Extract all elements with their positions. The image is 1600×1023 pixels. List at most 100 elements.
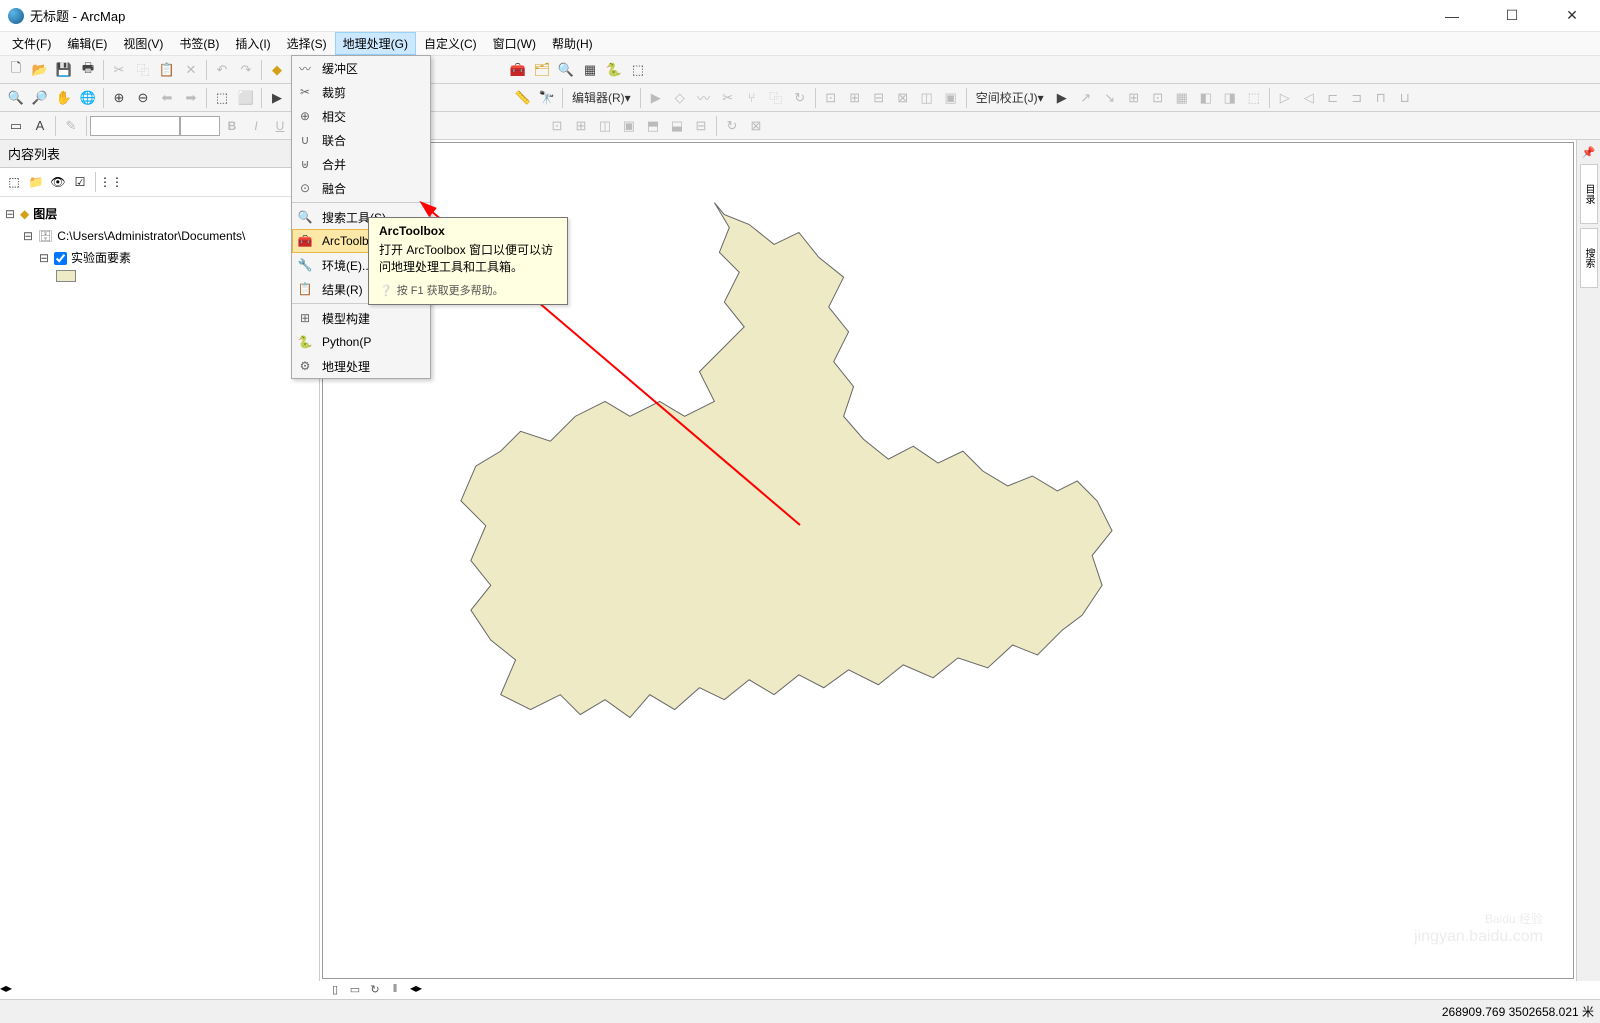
edit-vertices-icon[interactable]: ◇ <box>669 87 691 109</box>
edit3-icon[interactable]: ⊟ <box>868 87 890 109</box>
edit6-icon[interactable]: ▣ <box>940 87 962 109</box>
menu-item-pythonp[interactable]: 🐍Python(P <box>292 330 430 354</box>
menu-插入[interactable]: 插入(I) <box>227 32 278 55</box>
pointer-icon[interactable]: ▶ <box>266 87 288 109</box>
collapse-icon[interactable]: ⊟ <box>22 226 34 246</box>
python-icon[interactable]: 🐍 <box>603 59 625 81</box>
menu-书签[interactable]: 书签(B) <box>171 32 227 55</box>
scroll-right-icon[interactable]: ▸ <box>6 981 12 999</box>
edit2-icon[interactable]: ⊞ <box>844 87 866 109</box>
toc-list-by-source-icon[interactable]: 📁 <box>26 172 46 192</box>
menu-item-缓冲区[interactable]: 〰缓冲区 <box>292 56 430 80</box>
menu-文件[interactable]: 文件(F) <box>4 32 59 55</box>
clear-select-icon[interactable]: ⬜ <box>235 87 257 109</box>
maximize-button[interactable]: ☐ <box>1492 4 1532 28</box>
search-icon[interactable]: 🔍 <box>555 59 577 81</box>
undo-icon[interactable]: ↶ <box>211 59 233 81</box>
tree-symbol[interactable] <box>4 269 315 283</box>
menu-item-相交[interactable]: ⊕相交 <box>292 104 430 128</box>
open-icon[interactable]: 📂 <box>29 59 51 81</box>
d5-icon[interactable]: ⬒ <box>642 115 664 137</box>
d8-icon[interactable]: ↻ <box>721 115 743 137</box>
menu-地理处理[interactable]: 地理处理(G) <box>335 32 416 55</box>
pan-icon[interactable]: ✋ <box>53 87 75 109</box>
edit-tool-icon[interactable]: ▶ <box>645 87 667 109</box>
split-icon[interactable]: ⑂ <box>741 87 763 109</box>
copy-icon[interactable]: ⿻ <box>132 59 154 81</box>
bold-icon[interactable]: B <box>221 115 243 137</box>
dock-tab-search[interactable]: 搜索 <box>1580 228 1598 288</box>
full-extent-icon[interactable]: 🌐 <box>77 87 99 109</box>
underline-icon[interactable]: U <box>269 115 291 137</box>
dock-tab-catalog[interactable]: 目录 <box>1580 164 1598 224</box>
tree-layer[interactable]: ⊟ 实验面要素 <box>4 247 315 269</box>
prev-extent-icon[interactable]: ⬅ <box>156 87 178 109</box>
toc-hscroll[interactable]: ◂ ▸ <box>0 981 320 999</box>
data-view-icon[interactable]: ▯ <box>326 981 344 997</box>
find-icon[interactable]: 🔭 <box>536 87 558 109</box>
toc-list-by-draw-icon[interactable]: ⬚ <box>4 172 24 192</box>
menu-窗口[interactable]: 窗口(W) <box>485 32 544 55</box>
measure-icon[interactable]: 📏 <box>512 87 534 109</box>
adj10-icon[interactable]: ◁ <box>1298 87 1320 109</box>
menu-item-裁剪[interactable]: ✂裁剪 <box>292 80 430 104</box>
tree-gdb[interactable]: ⊟ 🗄 C:\Users\Administrator\Documents\ <box>4 225 315 247</box>
menu-item-模型构建[interactable]: ⊞模型构建 <box>292 306 430 330</box>
layer-visibility-checkbox[interactable] <box>54 252 67 265</box>
d4-icon[interactable]: ▣ <box>618 115 640 137</box>
scroll-right-icon[interactable]: ▸ <box>416 981 422 999</box>
adjust-pointer-icon[interactable]: ▶ <box>1051 87 1073 109</box>
select-icon[interactable]: ⬚ <box>211 87 233 109</box>
menu-视图[interactable]: 视图(V) <box>115 32 171 55</box>
rotate-icon[interactable]: ↻ <box>789 87 811 109</box>
zoom-out-icon[interactable]: 🔎 <box>29 87 51 109</box>
tree-root[interactable]: ⊟ ◆ 图层 <box>4 203 315 225</box>
fixed-zoomout-icon[interactable]: ⊖ <box>132 87 154 109</box>
catalog-icon[interactable]: 🗂 <box>531 59 553 81</box>
add-data-icon[interactable]: ◆ <box>266 59 288 81</box>
redo-icon[interactable]: ↷ <box>235 59 257 81</box>
toc-list-by-select-icon[interactable]: ☑ <box>70 172 90 192</box>
zoom-in-icon[interactable]: 🔍 <box>5 87 27 109</box>
save-icon[interactable]: 💾 <box>53 59 75 81</box>
adj9-icon[interactable]: ▷ <box>1274 87 1296 109</box>
adj8-icon[interactable]: ⬚ <box>1243 87 1265 109</box>
menu-item-联合[interactable]: ∪联合 <box>292 128 430 152</box>
draw-text-icon[interactable]: A <box>29 115 51 137</box>
toc-list-by-visible-icon[interactable]: 👁 <box>48 172 68 192</box>
adj14-icon[interactable]: ⊔ <box>1394 87 1416 109</box>
menu-自定义[interactable]: 自定义(C) <box>416 32 485 55</box>
edit5-icon[interactable]: ◫ <box>916 87 938 109</box>
adj7-icon[interactable]: ◨ <box>1219 87 1241 109</box>
modelbuilder-icon[interactable]: ⬚ <box>627 59 649 81</box>
cut-poly-icon[interactable]: ✂ <box>717 87 739 109</box>
adj4-icon[interactable]: ⊡ <box>1147 87 1169 109</box>
map-hscroll[interactable]: ◂ ▸ <box>410 981 1600 999</box>
d2-icon[interactable]: ⊞ <box>570 115 592 137</box>
font-select[interactable] <box>90 116 180 136</box>
layer-swatch[interactable] <box>56 270 76 282</box>
adj5-icon[interactable]: ▦ <box>1171 87 1193 109</box>
adj3-icon[interactable]: ⊞ <box>1123 87 1145 109</box>
toc-options-icon[interactable]: ⋮⋮ <box>101 172 121 192</box>
d9-icon[interactable]: ⊠ <box>745 115 767 137</box>
pause-icon[interactable]: ‖ <box>386 981 404 997</box>
adj2-icon[interactable]: ↘ <box>1099 87 1121 109</box>
delete-icon[interactable]: ✕ <box>180 59 202 81</box>
layout-view-icon[interactable]: ▭ <box>346 981 364 997</box>
edit4-icon[interactable]: ⊠ <box>892 87 914 109</box>
print-icon[interactable]: 🖶 <box>77 59 99 81</box>
cut-icon[interactable]: ✂ <box>108 59 130 81</box>
adj13-icon[interactable]: ⊓ <box>1370 87 1392 109</box>
d1-icon[interactable]: ⊡ <box>546 115 568 137</box>
edit1-icon[interactable]: ⊡ <box>820 87 842 109</box>
collapse-icon[interactable]: ⊟ <box>38 248 50 268</box>
refresh-icon[interactable]: ↻ <box>366 981 384 997</box>
editor-dropdown[interactable]: 编辑器(R)▾ <box>566 89 637 106</box>
close-button[interactable]: ✕ <box>1552 4 1592 28</box>
paste-icon[interactable]: 📋 <box>156 59 178 81</box>
fontsize-select[interactable] <box>180 116 220 136</box>
table-icon[interactable]: ▦ <box>579 59 601 81</box>
d6-icon[interactable]: ⬓ <box>666 115 688 137</box>
adj12-icon[interactable]: ⊐ <box>1346 87 1368 109</box>
